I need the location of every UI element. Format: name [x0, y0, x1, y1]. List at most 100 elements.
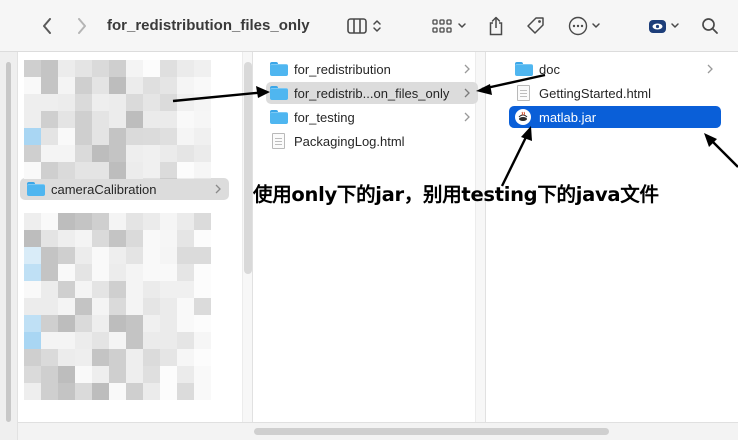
list-item-matlab-jar[interactable]: matlab.jar: [509, 106, 721, 128]
chevron-right-icon: [464, 82, 470, 104]
mosaic-tile: [126, 281, 143, 298]
mosaic-tile: [177, 247, 194, 264]
mosaic-tile: [143, 264, 160, 281]
horizontal-scroll-track: [18, 422, 738, 440]
mosaic-tile: [92, 383, 109, 400]
extension-button[interactable]: [646, 0, 682, 52]
mosaic-tile: [126, 366, 143, 383]
mosaic-tile: [126, 264, 143, 281]
mosaic-tile: [41, 264, 58, 281]
mosaic-tile: [92, 162, 109, 179]
mosaic-tile: [24, 264, 41, 281]
mosaic-tile: [160, 128, 177, 145]
mosaic-tile: [126, 94, 143, 111]
mosaic-tile: [41, 247, 58, 264]
list-item-gettingstarted[interactable]: GettingStarted.html: [509, 82, 721, 104]
search-icon: [702, 18, 718, 34]
mosaic-tile: [75, 145, 92, 162]
mosaic-tile: [41, 332, 58, 349]
mosaic-tile: [126, 332, 143, 349]
mosaic-tile: [143, 298, 160, 315]
list-item-for-redistribution-files-only[interactable]: for_redistrib...on_files_only: [266, 82, 478, 104]
forward-button[interactable]: [71, 0, 93, 52]
mosaic-tile: [24, 383, 41, 400]
list-item-for-redistribution[interactable]: for_redistribution: [266, 58, 478, 80]
annotation-text: 使用only下的jar，别用testing下的java文件: [253, 183, 659, 206]
chevron-right-icon: [464, 58, 470, 80]
mosaic-tile: [58, 349, 75, 366]
mosaic-tile: [92, 145, 109, 162]
mosaic-tile: [75, 349, 92, 366]
html-file-icon: [515, 85, 533, 101]
mosaic-tile: [75, 332, 92, 349]
mosaic-tile: [24, 281, 41, 298]
mosaic-tile: [126, 247, 143, 264]
mosaic-tile: [143, 77, 160, 94]
mosaic-tile: [143, 145, 160, 162]
mosaic-tile: [75, 111, 92, 128]
share-button[interactable]: [485, 0, 507, 52]
mosaic-tile: [75, 230, 92, 247]
mosaic-tile: [75, 264, 92, 281]
mosaic-tile: [143, 247, 160, 264]
mosaic-tile: [194, 111, 211, 128]
mosaic-tile: [160, 60, 177, 77]
mosaic-tile: [194, 332, 211, 349]
mosaic-tile: [58, 145, 75, 162]
view-mode-button[interactable]: [342, 0, 386, 52]
mosaic-tile: [143, 213, 160, 230]
horizontal-scrollbar[interactable]: [254, 428, 609, 435]
mosaic-tile: [24, 162, 41, 179]
mosaic-tile: [75, 281, 92, 298]
mosaic-tile: [143, 94, 160, 111]
mosaic-tile: [24, 230, 41, 247]
mosaic-tile: [58, 213, 75, 230]
mosaic-tile: [58, 111, 75, 128]
list-item-for-testing[interactable]: for_testing: [266, 106, 478, 128]
eye-extension-icon: [648, 19, 666, 33]
jar-file-icon: [515, 109, 533, 125]
chevron-down-icon: [670, 23, 679, 28]
more-actions-icon: [568, 16, 587, 36]
sidebar-scrollbar[interactable]: [6, 62, 11, 422]
search-button[interactable]: [698, 0, 722, 52]
mosaic-tile: [24, 366, 41, 383]
mosaic-tile: [109, 247, 126, 264]
back-button[interactable]: [36, 0, 58, 52]
mosaic-tile: [109, 332, 126, 349]
mosaic-tile: [92, 94, 109, 111]
tag-button[interactable]: [524, 0, 548, 52]
mosaic-tile: [92, 111, 109, 128]
mosaic-tile: [194, 145, 211, 162]
mosaic-tile: [143, 366, 160, 383]
list-item-doc[interactable]: doc: [509, 58, 721, 80]
list-item-label: for_redistribution: [294, 61, 391, 77]
more-actions-button[interactable]: [564, 0, 604, 52]
mosaic-tile: [24, 60, 41, 77]
mosaic-tile: [58, 230, 75, 247]
mosaic-tile: [109, 349, 126, 366]
mosaic-tile: [194, 264, 211, 281]
list-item-label: GettingStarted.html: [539, 85, 651, 101]
mosaic-tile: [109, 60, 126, 77]
mosaic-tile: [160, 94, 177, 111]
list-item-packaginglog[interactable]: PackagingLog.html: [266, 130, 478, 152]
mosaic-tile: [58, 128, 75, 145]
mosaic-tile: [41, 162, 58, 179]
mosaic-tile: [143, 315, 160, 332]
group-button[interactable]: [428, 0, 470, 52]
mosaic-tile: [160, 315, 177, 332]
mosaic-tile: [24, 349, 41, 366]
mosaic-tile: [58, 281, 75, 298]
mosaic-tile: [126, 213, 143, 230]
mosaic-tile: [41, 298, 58, 315]
folder-icon: [270, 109, 288, 125]
chevron-right-icon: [464, 106, 470, 128]
mosaic-tile: [92, 60, 109, 77]
mosaic-tile: [92, 77, 109, 94]
column-1-scrollbar[interactable]: [244, 62, 252, 274]
mosaic-tile: [194, 60, 211, 77]
mosaic-tile: [160, 213, 177, 230]
mosaic-tile: [24, 213, 41, 230]
mosaic-tile: [194, 94, 211, 111]
